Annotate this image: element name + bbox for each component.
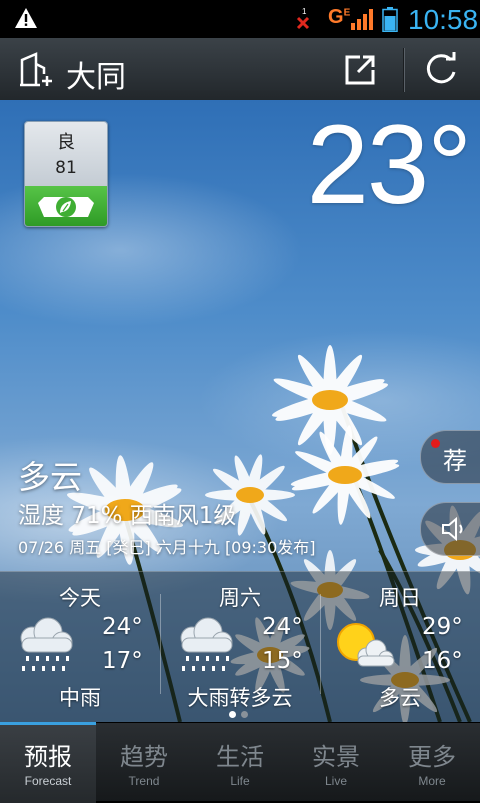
forecast-day-name: 周日 xyxy=(379,586,421,610)
tab-label: 预报 xyxy=(24,743,72,771)
tab-life[interactable]: 生活 Life xyxy=(192,723,288,801)
signal-icon xyxy=(351,9,373,30)
city-name[interactable]: 大同 xyxy=(66,52,126,96)
tab-sublabel: Live xyxy=(324,774,347,788)
sun-cloud-icon xyxy=(337,623,395,667)
aqi-panel: 良 81 xyxy=(25,122,107,186)
clock: 10:58 xyxy=(408,4,479,35)
rain-cloud-icon xyxy=(20,617,73,671)
warning-icon xyxy=(15,8,37,28)
tab-label: 生活 xyxy=(216,743,264,771)
tab-live[interactable]: 实景 Live xyxy=(288,723,384,801)
tab-sublabel: Life xyxy=(230,774,250,788)
tab-label: 趋势 xyxy=(120,743,168,771)
city-manage-icon[interactable] xyxy=(18,52,54,88)
aqi-value: 81 xyxy=(55,158,77,178)
date-line: 07/26 周五 [癸巳] 六月十九 [09:30发布] xyxy=(18,538,316,557)
forecast-high: 24° xyxy=(102,614,143,640)
no-sim-icon: 1 xyxy=(296,7,310,30)
forecast-strip[interactable]: 今天 24° 17° 中雨 周六 24° 15° 大雨转多云 周日 29° 16… xyxy=(0,571,480,723)
voice-broadcast-button[interactable] xyxy=(420,502,480,556)
speaker-icon xyxy=(442,516,463,542)
aqi-level: 良 xyxy=(57,132,75,153)
tab-forecast[interactable]: 预报 Forecast xyxy=(0,722,96,803)
share-icon[interactable] xyxy=(340,50,380,90)
app-header: 大同 xyxy=(0,38,480,101)
page-indicator xyxy=(228,711,252,719)
tab-sublabel: Trend xyxy=(128,774,160,788)
tab-sublabel: More xyxy=(418,774,446,788)
forecast-condition: 大雨转多云 xyxy=(187,686,293,710)
refresh-icon[interactable] xyxy=(420,50,462,90)
network-type: GE xyxy=(328,6,350,29)
forecast-day-name: 周六 xyxy=(219,586,261,610)
forecast-day[interactable]: 周六 24° 15° 大雨转多云 xyxy=(160,572,320,723)
current-temperature: 23° xyxy=(306,102,472,227)
tab-label: 实景 xyxy=(312,743,360,771)
network-type-label: G xyxy=(328,6,344,28)
forecast-low: 17° xyxy=(102,648,143,674)
tab-label: 更多 xyxy=(408,743,456,771)
forecast-day-name: 今天 xyxy=(59,586,101,610)
page-dot xyxy=(241,711,248,718)
notification-dot xyxy=(431,439,440,448)
humidity-wind: 湿度 71% 西南风1级 xyxy=(18,503,237,529)
forecast-day[interactable]: 周日 29° 16° 多云 xyxy=(320,572,480,723)
aqi-status-bar xyxy=(25,186,107,226)
leaf-mask-icon xyxy=(38,197,94,217)
current-condition: 多云 xyxy=(18,458,83,496)
bottom-tab-bar: 预报 Forecast 趋势 Trend 生活 Life 实景 Live 更多 … xyxy=(0,722,480,803)
forecast-high: 29° xyxy=(422,614,463,640)
header-divider xyxy=(403,48,404,92)
tab-more[interactable]: 更多 More xyxy=(384,723,480,801)
recommend-label: 荐 xyxy=(443,447,467,475)
air-quality-badge[interactable]: 良 81 xyxy=(24,121,108,227)
recommend-button[interactable]: 荐 xyxy=(420,430,480,484)
tab-trend[interactable]: 趋势 Trend xyxy=(96,723,192,801)
forecast-condition: 多云 xyxy=(379,686,421,710)
sim-slot-label: 1 xyxy=(302,7,307,16)
tab-sublabel: Forecast xyxy=(24,774,72,788)
status-bar: 1 GE 10:58 xyxy=(0,0,480,38)
forecast-condition: 中雨 xyxy=(59,686,101,710)
forecast-low: 15° xyxy=(262,648,303,674)
page-dot-active xyxy=(229,711,236,718)
forecast-day[interactable]: 今天 24° 17° 中雨 xyxy=(0,572,160,723)
rain-cloud-icon xyxy=(180,617,233,671)
forecast-low: 16° xyxy=(422,648,463,674)
battery-icon xyxy=(382,7,398,32)
forecast-high: 24° xyxy=(262,614,303,640)
